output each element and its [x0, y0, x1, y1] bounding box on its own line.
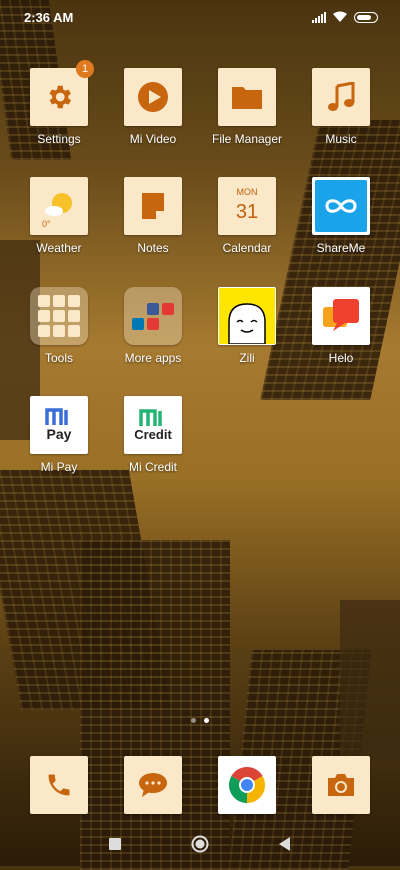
app-label: Music: [325, 132, 357, 146]
app-mi-pay[interactable]: Pay Mi Pay: [12, 396, 106, 474]
message-bubble-icon: [139, 773, 167, 797]
page-indicator: [0, 718, 400, 723]
mi-logo-icon: [45, 408, 68, 425]
app-label: Mi Pay: [40, 460, 78, 474]
chrome-icon: [228, 767, 266, 803]
sun-cloud-icon: [45, 193, 72, 216]
infinity-icon: [325, 199, 357, 213]
app-file-manager[interactable]: File Manager: [200, 68, 294, 146]
signal-icon: [312, 11, 326, 23]
battery-icon: [354, 11, 378, 23]
notification-badge: 1: [76, 60, 94, 78]
chat-bubbles-icon: [323, 299, 359, 331]
folder-preview-grid: [132, 302, 174, 330]
app-notes[interactable]: Notes: [106, 177, 200, 255]
dock-chrome[interactable]: [200, 756, 294, 814]
mi-credit-logo-text: Credit: [134, 426, 172, 442]
mi-logo-icon: [139, 408, 162, 426]
music-note-icon: [328, 82, 355, 111]
dock-messaging[interactable]: [106, 756, 200, 814]
zili-face-icon: [228, 303, 266, 344]
app-label: Notes: [137, 241, 169, 255]
folder-more-apps[interactable]: More apps: [106, 287, 200, 365]
camera-icon: [328, 774, 354, 796]
status-time: 2:36 AM: [24, 10, 74, 25]
mi-pay-logo-text: Pay: [46, 426, 72, 442]
app-label: More apps: [124, 351, 182, 365]
app-shareme[interactable]: ShareMe: [294, 177, 388, 255]
app-label: File Manager: [211, 132, 283, 146]
app-calendar[interactable]: MON 31 Calendar: [200, 177, 294, 255]
dock-camera[interactable]: [294, 756, 388, 814]
status-bar: 2:36 AM: [0, 0, 400, 36]
wallpaper-building: [80, 540, 230, 870]
folder-preview-grid: [38, 295, 80, 337]
app-label: Helo: [328, 351, 354, 365]
back-button[interactable]: [279, 837, 291, 851]
app-mi-video[interactable]: Mi Video: [106, 68, 200, 146]
app-helo[interactable]: Helo: [294, 287, 388, 365]
app-label: Zili: [239, 351, 255, 365]
wifi-icon: [333, 11, 347, 22]
app-label: ShareMe: [316, 241, 366, 255]
app-zili[interactable]: Zili: [200, 287, 294, 365]
calendar-date: 31: [235, 201, 259, 223]
app-label: Mi Video: [129, 132, 177, 146]
folder-tools[interactable]: Tools: [12, 287, 106, 365]
app-label: Weather: [36, 241, 82, 255]
app-settings[interactable]: 1 Settings: [12, 60, 106, 146]
app-label: Settings: [37, 132, 81, 146]
recents-button[interactable]: [109, 838, 121, 850]
app-mi-credit[interactable]: Credit Mi Credit: [106, 396, 200, 474]
app-weather[interactable]: 0° Weather: [12, 177, 106, 255]
app-label: Mi Credit: [128, 460, 177, 474]
folder-icon: [232, 87, 262, 109]
note-icon: [142, 193, 164, 219]
gear-icon: [49, 85, 71, 109]
app-label: Calendar: [222, 241, 272, 255]
app-music[interactable]: Music: [294, 68, 388, 146]
app-label: Tools: [44, 351, 73, 365]
page-dot: [191, 718, 196, 723]
calendar-weekday: MON: [236, 187, 258, 197]
page-dot-active: [204, 718, 209, 723]
wallpaper-building: [340, 600, 400, 760]
phone-icon: [48, 774, 70, 796]
dock-phone[interactable]: [12, 756, 106, 814]
play-icon: [138, 82, 168, 112]
navigation-bar: [0, 822, 400, 866]
home-button[interactable]: [191, 835, 209, 853]
weather-temp: 0°: [42, 219, 51, 229]
